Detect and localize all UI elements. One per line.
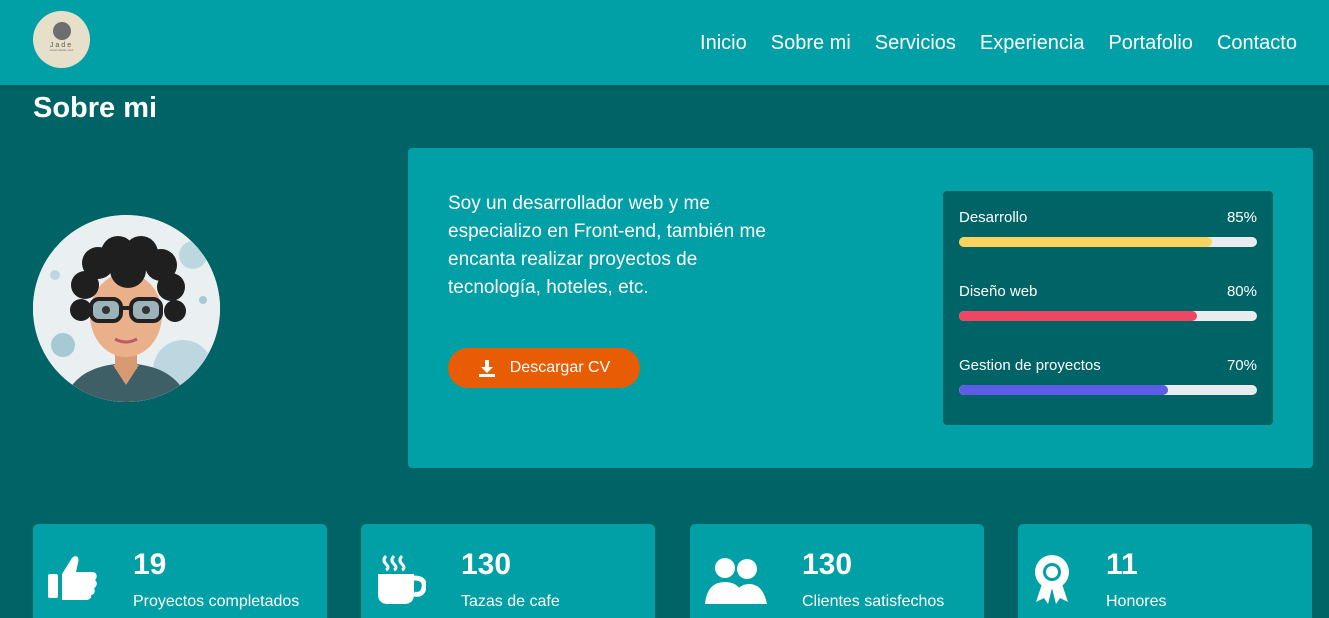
skill-diseno-web: Diseño web 80% <box>959 283 1257 321</box>
skill-gestion-proyectos: Gestion de proyectos 70% <box>959 357 1257 395</box>
skill-progress-track <box>959 237 1257 247</box>
stat-card-clientes: 130 Clientes satisfechos <box>690 524 984 618</box>
avatar-illustration <box>33 215 220 402</box>
stat-label: Clientes satisfechos <box>802 593 945 610</box>
stat-label: Proyectos completados <box>133 593 300 610</box>
skill-percent: 85% <box>1226 209 1257 226</box>
coffee-cup-icon <box>378 554 426 604</box>
section-title: Sobre mi <box>33 92 158 124</box>
skill-desarrollo: Desarrollo 85% <box>959 209 1257 247</box>
stat-card-tazas: 130 Tazas de cafe <box>361 524 655 618</box>
skill-progress-fill <box>959 311 1198 321</box>
skill-name: Diseño web <box>959 283 1038 300</box>
nav-link-sobre-mi[interactable]: Sobre mi <box>771 31 851 55</box>
logo-subtext: desarrollador web <box>49 47 74 52</box>
stat-number: 130 <box>802 548 853 581</box>
stat-number: 11 <box>1106 548 1138 581</box>
thumbs-up-icon <box>48 556 97 600</box>
download-cv-label: Descargar CV <box>509 359 611 376</box>
skill-percent: 70% <box>1226 357 1257 374</box>
skill-progress-fill <box>959 237 1213 247</box>
stat-label: Honores <box>1106 593 1167 610</box>
main-nav: Inicio Sobre mi Servicios Experiencia Po… <box>700 31 1297 55</box>
award-icon <box>1035 555 1069 604</box>
skill-progress-fill <box>959 385 1168 395</box>
avatar <box>33 215 220 402</box>
about-card: Soy un desarrollador web y me especializ… <box>408 148 1313 468</box>
stat-card-proyectos: 19 Proyectos completados <box>33 524 327 618</box>
stat-label: Tazas de cafe <box>461 593 560 610</box>
about-description: Soy un desarrollador web y me especializ… <box>448 193 766 298</box>
skill-percent: 80% <box>1226 283 1257 300</box>
skill-progress-track <box>959 311 1257 321</box>
skill-progress-track <box>959 385 1257 395</box>
stat-card-honores: 11 Honores <box>1018 524 1312 618</box>
users-icon <box>705 556 767 604</box>
logo-mark-icon <box>52 21 71 40</box>
skill-name: Gestion de proyectos <box>959 357 1101 374</box>
nav-link-portafolio[interactable]: Portafolio <box>1108 31 1193 55</box>
nav-link-contacto[interactable]: Contacto <box>1217 31 1297 55</box>
download-cv-button[interactable]: Descargar CV <box>448 348 640 388</box>
brand-logo[interactable]: Jade desarrollador web <box>33 11 90 68</box>
skill-name: Desarrollo <box>959 209 1028 226</box>
stat-number: 130 <box>461 548 512 581</box>
nav-link-experiencia[interactable]: Experiencia <box>980 31 1085 55</box>
nav-link-servicios[interactable]: Servicios <box>875 31 956 55</box>
stat-number: 19 <box>133 548 167 581</box>
download-icon <box>478 360 495 377</box>
nav-link-inicio[interactable]: Inicio <box>700 31 747 55</box>
navbar: Jade desarrollador web Inicio Sobre mi S… <box>0 0 1329 85</box>
skills-panel: Desarrollo 85% Diseño web 80% Gestion de… <box>943 191 1273 425</box>
